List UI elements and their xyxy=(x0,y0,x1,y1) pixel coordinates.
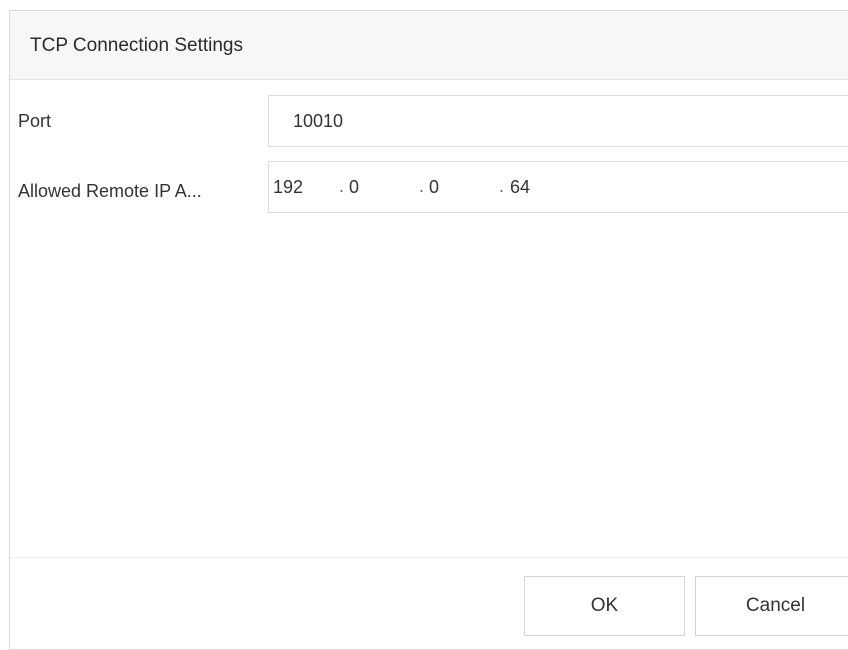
dialog-footer: OK Cancel xyxy=(10,557,848,649)
ip-separator-2: . xyxy=(419,176,425,196)
port-label: Port xyxy=(18,111,52,131)
dialog-title-bar: TCP Connection Settings xyxy=(10,11,848,80)
ip-octet-4-input[interactable] xyxy=(510,162,562,212)
tcp-connection-settings-dialog: TCP Connection Settings Port Allowed Rem… xyxy=(9,10,848,650)
ip-separator-3: . xyxy=(499,176,505,196)
port-field-box xyxy=(268,95,848,147)
ip-octet-3-input[interactable] xyxy=(429,162,481,212)
ip-octet-1-input[interactable] xyxy=(273,162,325,212)
dialog-title: TCP Connection Settings xyxy=(30,35,243,56)
cancel-button[interactable]: Cancel xyxy=(695,576,848,636)
ip-separator-1: . xyxy=(339,176,345,196)
remote-ip-field: . . . xyxy=(268,161,848,213)
port-input[interactable] xyxy=(269,96,848,146)
ok-button[interactable]: OK xyxy=(524,576,685,636)
ip-octet-2-input[interactable] xyxy=(349,162,401,212)
remote-ip-label: Allowed Remote IP A... xyxy=(18,181,202,201)
